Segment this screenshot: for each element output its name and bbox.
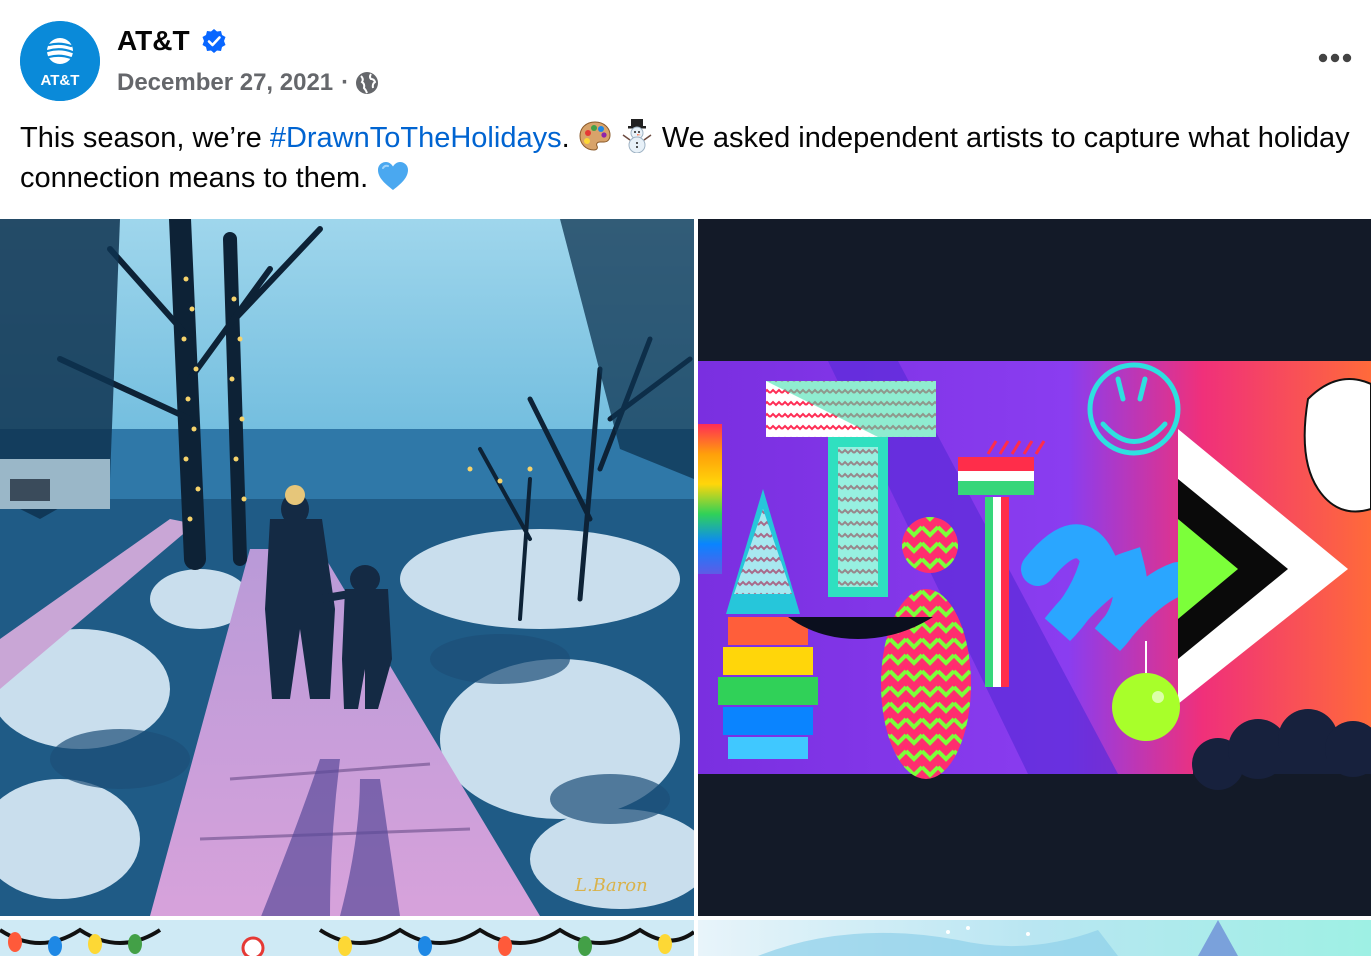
- post-header: AT&T AT&T December 27, 2021 ·: [0, 0, 1371, 110]
- hashtag-link[interactable]: #DrawnToTheHolidays: [270, 122, 562, 154]
- verified-badge-icon: [202, 29, 226, 53]
- page-name-link[interactable]: AT&T: [117, 22, 190, 60]
- blue-heart-emoji: [378, 162, 409, 190]
- photo-winter-artwork[interactable]: [698, 920, 1371, 956]
- photo-holiday-lights[interactable]: [0, 920, 694, 956]
- avatar-text: AT&T: [41, 72, 80, 89]
- photo-colorful-artwork[interactable]: [698, 219, 1371, 916]
- page-avatar[interactable]: AT&T: [20, 21, 100, 101]
- winter-artwork-image: [698, 920, 1371, 956]
- artist-palette-emoji: [579, 121, 611, 151]
- colorful-artwork-image: [698, 219, 1371, 916]
- att-logo-icon: AT&T: [20, 21, 100, 101]
- painting-signature: L.Baron: [574, 875, 648, 896]
- snowy-walk-painting-image: L.Baron: [0, 219, 694, 916]
- photo-grid: L.Baron: [0, 219, 1371, 956]
- ellipsis-icon: [1318, 53, 1352, 63]
- post-message: This season, we’re #DrawnToTheHolidays. …: [20, 118, 1355, 198]
- post-text-mid: .: [561, 122, 578, 154]
- meta-separator: ·: [341, 69, 350, 96]
- post-meta: December 27, 2021 ·: [117, 66, 379, 100]
- post-date-link[interactable]: December 27, 2021: [117, 69, 333, 97]
- post-text-before: This season, we’re: [20, 122, 270, 154]
- photo-snowy-walk-painting[interactable]: L.Baron: [0, 219, 694, 916]
- globe-icon[interactable]: [355, 71, 379, 95]
- more-options-button[interactable]: [1312, 40, 1356, 76]
- snowman-emoji: [622, 119, 652, 153]
- holiday-lights-image: [0, 920, 694, 956]
